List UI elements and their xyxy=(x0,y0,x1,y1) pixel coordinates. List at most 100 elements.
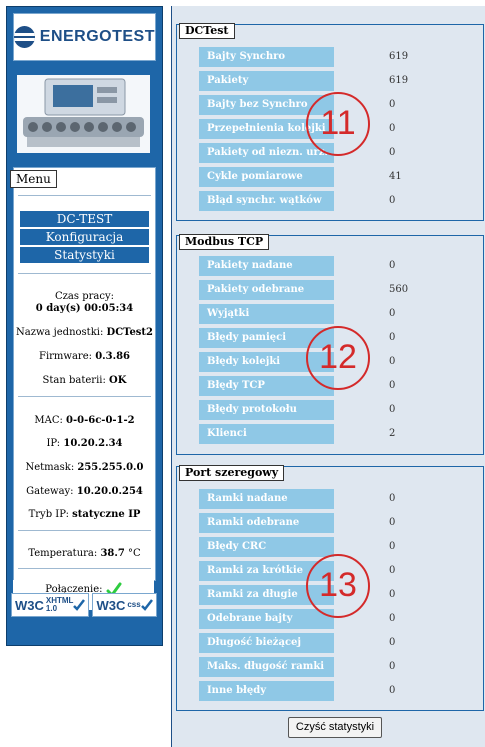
row-value: 0 xyxy=(389,332,396,343)
row-label: Błędy CRC xyxy=(199,537,334,557)
menu-item-konfiguracja[interactable]: Konfiguracja xyxy=(20,229,149,245)
sidebar: ENERGOTEST Menu DC-TEST Konfiguracja Sta… xyxy=(6,6,163,646)
energotest-logo: ENERGOTEST xyxy=(13,13,156,61)
row-value: 0 xyxy=(389,565,396,576)
row-label: Długość bieżącej ramki xyxy=(199,633,334,668)
row-label: Bajty Synchro xyxy=(199,47,334,67)
row-value: 0 xyxy=(389,637,396,648)
divider xyxy=(18,396,151,397)
row-label: Pakiety nadane xyxy=(199,256,334,276)
annotation-13: 13 xyxy=(306,554,370,618)
gateway: Gateway: 10.20.0.254 xyxy=(26,486,143,497)
ip-value: 10.20.2.34 xyxy=(63,438,123,449)
annotation-11: 11 xyxy=(306,92,370,156)
mac-value: 0-0-6c-0-1-2 xyxy=(66,415,135,426)
table-row: Bajty Synchro 619 xyxy=(199,47,485,67)
w3c-xhtml-badge[interactable]: W3C XHTML 1.0 xyxy=(11,593,90,617)
table-row: Ramki odebrane 0 xyxy=(199,513,485,533)
row-label: Pakiety xyxy=(199,71,334,91)
table-row: Inne błędy 0 xyxy=(199,681,485,701)
row-value: 0 xyxy=(389,589,396,600)
ip-mode: Tryb IP: statyczne IP xyxy=(28,509,141,520)
battery-status: Stan baterii: OK xyxy=(42,375,127,386)
badge-check-icon xyxy=(140,599,153,611)
table-row: Błędy protokołu 0 xyxy=(199,400,485,420)
row-label: Klienci xyxy=(199,424,334,444)
device-photo xyxy=(17,75,150,153)
energotest-logo-icon xyxy=(14,26,35,48)
row-label: Ramki nadane xyxy=(199,489,334,509)
row-value: 0 xyxy=(389,147,396,158)
w3c-css-badge[interactable]: W3C css xyxy=(92,593,157,617)
row-value: 2 xyxy=(389,428,396,439)
table-row: Błąd synchr. wątków 0 xyxy=(199,191,485,211)
row-value: 0 xyxy=(389,308,396,319)
row-label: Wyjątki xyxy=(199,304,334,324)
row-value: 0 xyxy=(389,380,396,391)
unit-name-value: DCTest2 xyxy=(106,327,154,338)
statistics-panel: DCTest Bajty Synchro 619 Pakiety 619 Bajty… xyxy=(171,6,485,747)
uptime-label: Czas pracy: xyxy=(55,291,114,302)
table-row: Pakiety nadane 0 xyxy=(199,256,485,276)
row-value: 619 xyxy=(389,51,409,62)
ip-mode-value: statyczne IP xyxy=(72,509,141,520)
battery-value: OK xyxy=(109,375,127,386)
table-row: Pakiety odebrane 560 xyxy=(199,280,485,300)
row-label: Pakiety odebrane xyxy=(199,280,334,300)
row-value: 0 xyxy=(389,195,396,206)
row-label: Błędy protokołu xyxy=(199,400,334,420)
table-row: Ramki nadane 0 xyxy=(199,489,485,509)
menu-title: Menu xyxy=(10,170,57,188)
table-row: Wyjątki 0 xyxy=(199,304,485,324)
row-value: 0 xyxy=(389,123,396,134)
row-value: 0 xyxy=(389,260,396,271)
clear-statistics-button[interactable]: Czyść statystyki xyxy=(288,717,382,738)
row-value: 0 xyxy=(389,517,396,528)
row-label: Błąd synchr. wątków xyxy=(199,191,334,211)
row-value: 0 xyxy=(389,493,396,504)
temperature-value: 38.7 xyxy=(100,548,125,559)
temperature: Temperatura: 38.7 °C xyxy=(28,548,141,559)
row-label: Inne błędy xyxy=(199,681,334,701)
unit-name: Nazwa jednostki: DCTest2 xyxy=(15,327,154,338)
table-row: Klienci 2 xyxy=(199,424,485,444)
row-value: 0 xyxy=(389,613,396,624)
row-label: Pakiety od niezn. urz. xyxy=(199,143,334,163)
divider xyxy=(18,530,151,531)
table-row: Cykle pomiarowe 41 xyxy=(199,167,485,187)
netmask: Netmask: 255.255.0.0 xyxy=(25,462,144,473)
menu-panel: Menu DC-TEST Konfiguracja Statystyki Cza… xyxy=(10,167,156,581)
menu-item-statystyki[interactable]: Statystyki xyxy=(20,247,149,263)
row-value: 0 xyxy=(389,99,396,110)
mac-address: MAC: 0-0-6c-0-1-2 xyxy=(34,415,135,426)
table-row: Długość bieżącej ramki 0 xyxy=(199,633,485,668)
netmask-value: 255.255.0.0 xyxy=(77,462,144,473)
row-label: Maks. długość ramki xyxy=(199,657,334,677)
section-title: Modbus TCP xyxy=(179,234,270,250)
firmware-value: 0.3.86 xyxy=(95,351,130,362)
uptime-value: 0 day(s) 00:05:34 xyxy=(35,303,134,314)
row-value: 0 xyxy=(389,685,396,696)
gateway-value: 10.20.0.254 xyxy=(76,486,143,497)
menu-item-dc-test[interactable]: DC-TEST xyxy=(20,211,149,227)
row-value: 0 xyxy=(389,356,396,367)
row-value: 41 xyxy=(389,171,402,182)
row-value: 619 xyxy=(389,75,409,86)
annotation-12: 12 xyxy=(306,326,370,390)
row-value: 0 xyxy=(389,404,396,415)
table-row: Pakiety 619 xyxy=(199,71,485,91)
row-value: 0 xyxy=(389,541,396,552)
temperature-unit: °C xyxy=(128,548,141,559)
section-title: DCTest xyxy=(179,23,235,39)
row-value: 560 xyxy=(389,284,409,295)
badge-check-icon xyxy=(73,599,86,611)
row-label: Cykle pomiarowe xyxy=(199,167,334,187)
row-label: Ramki odebrane xyxy=(199,513,334,533)
validation-badges: W3C XHTML 1.0 W3C css xyxy=(11,593,159,617)
divider xyxy=(18,195,151,196)
row-value: 0 xyxy=(389,661,396,672)
row-label: Odebrane bajty xyxy=(199,609,334,629)
table-row: Maks. długość ramki 0 xyxy=(199,657,485,677)
logo-text: ENERGOTEST xyxy=(39,28,155,45)
section-title: Port szeregowy xyxy=(179,465,285,481)
